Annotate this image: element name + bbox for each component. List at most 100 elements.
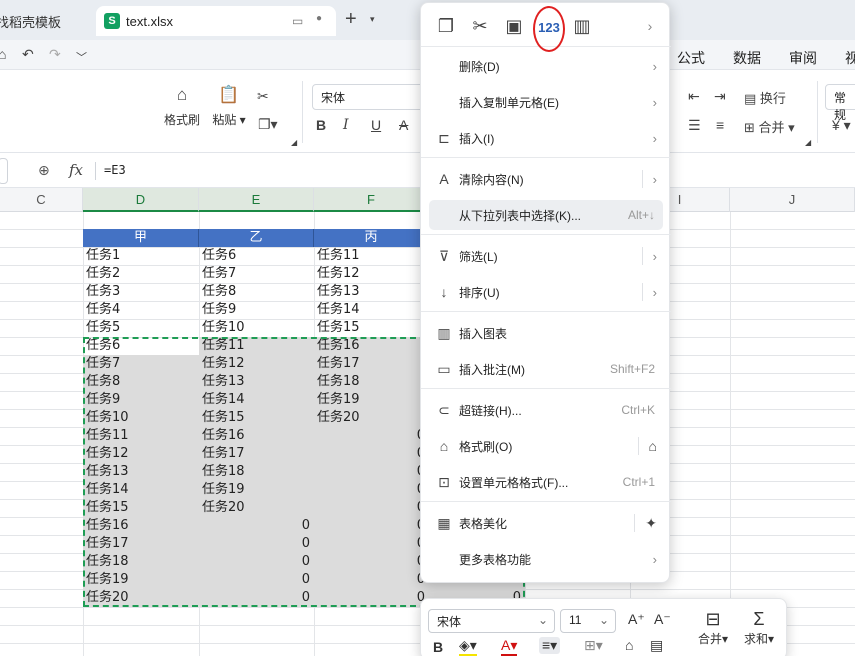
table-cell[interactable]: 任务12 — [199, 355, 314, 373]
table-cell[interactable]: 0 — [199, 571, 314, 589]
table-cell[interactable]: 任务6 — [199, 247, 314, 265]
table-cell[interactable]: 任务16 — [314, 337, 429, 355]
bold-icon[interactable]: B — [433, 639, 443, 655]
table-cell[interactable]: 任务6 — [83, 337, 199, 355]
table-cell[interactable]: 任务2 — [83, 265, 199, 283]
menu-item-table-beautify[interactable]: ▦ 表格美化 ✦ — [429, 508, 663, 538]
table-cell[interactable]: 任务19 — [199, 481, 314, 499]
table-cell[interactable]: 任务8 — [199, 283, 314, 301]
menu-item-more-table-features[interactable]: 更多表格功能 › — [429, 544, 663, 574]
new-tab-plus-icon[interactable]: + — [345, 8, 357, 31]
menu-item-hyperlink[interactable]: ⊂ 超链接(H)... Ctrl+K — [429, 395, 663, 425]
table-cell[interactable]: 任务18 — [199, 463, 314, 481]
menu-item-format-cells[interactable]: ⊡ 设置单元格格式(F)... Ctrl+1 — [429, 467, 663, 497]
currency-icon[interactable]: ¥ ▾ — [832, 117, 851, 134]
table-cell[interactable]: 0 — [314, 499, 429, 517]
outdent-icon[interactable]: ⇥ — [714, 88, 726, 105]
table-cell[interactable]: 0 — [314, 517, 429, 535]
increase-font-icon[interactable]: A⁺ — [628, 611, 645, 628]
align-center-icon[interactable]: ☰ — [688, 117, 701, 134]
mini-font-name-select[interactable]: 宋体 ⌄ — [428, 609, 555, 633]
formula-input[interactable]: =E3 — [104, 163, 126, 177]
table-cell[interactable]: 任务11 — [83, 427, 199, 445]
paste-button[interactable]: 📋 粘贴 ▾ — [210, 85, 248, 128]
paste-special-icon[interactable]: ▥ — [569, 13, 595, 39]
table-cell[interactable]: 任务12 — [83, 445, 199, 463]
table-cell[interactable]: 0 — [314, 427, 429, 445]
table-cell[interactable]: 任务20 — [83, 589, 199, 607]
table-cell[interactable]: 0 — [314, 463, 429, 481]
table-cell[interactable]: 任务17 — [199, 445, 314, 463]
table-cell[interactable]: 任务16 — [199, 427, 314, 445]
dialog-launcher-icon[interactable]: ◢ — [291, 138, 297, 147]
table-header-cell[interactable]: 丙 — [314, 229, 429, 247]
table-cell[interactable]: 任务17 — [314, 355, 429, 373]
chevron-down-icon[interactable]: ▾ — [370, 14, 375, 25]
table-cell[interactable]: 任务10 — [199, 319, 314, 337]
table-cell[interactable]: 任务7 — [83, 355, 199, 373]
menu-tab-data[interactable]: 数据 — [733, 48, 761, 68]
mini-merge-button[interactable]: ⊟ 合并▾ — [695, 609, 731, 647]
table-cell[interactable]: 任务13 — [314, 283, 429, 301]
menu-item-pick-from-dropdown[interactable]: 从下拉列表中选择(K)... Alt+↓ — [429, 200, 663, 230]
cut-icon[interactable]: ✂ — [467, 13, 493, 39]
table-cell[interactable]: 任务16 — [83, 517, 199, 535]
table-cell[interactable]: 任务14 — [314, 301, 429, 319]
fx-icon[interactable]: fx — [69, 161, 83, 179]
pin-format-painter-icon[interactable]: ⌂ — [649, 438, 663, 454]
cell-format-icon[interactable]: ▤ — [650, 637, 663, 654]
table-cell[interactable]: 0 — [199, 553, 314, 571]
copy-icon[interactable]: ❐ — [433, 13, 459, 39]
tab-template-store[interactable]: 找稻壳模板 — [0, 6, 88, 36]
undo-icon[interactable]: ↶ — [22, 46, 34, 63]
table-cell[interactable]: 任务13 — [83, 463, 199, 481]
column-header-e[interactable]: E — [199, 188, 314, 212]
chevron-right-icon[interactable]: › — [637, 13, 663, 39]
merge-button[interactable]: ⊞ 合并 ▾ — [744, 117, 795, 136]
menu-item-insert-comment[interactable]: ▭ 插入批注(M) Shift+F2 — [429, 354, 663, 384]
chevron-down-icon[interactable]: ﹀ — [76, 49, 87, 65]
format-painter-icon[interactable]: ⌂ — [625, 637, 633, 653]
table-cell[interactable]: 任务1 — [83, 247, 199, 265]
table-cell[interactable]: 任务12 — [314, 265, 429, 283]
decrease-font-icon[interactable]: A⁻ — [654, 611, 671, 628]
table-cell[interactable]: 任务5 — [83, 319, 199, 337]
align-icon[interactable]: ≡▾ — [539, 637, 561, 654]
dot-icon[interactable]: ● — [316, 13, 322, 24]
table-cell[interactable]: 任务18 — [314, 373, 429, 391]
strikethrough-icon[interactable]: A — [399, 117, 408, 133]
table-cell[interactable]: 任务4 — [83, 301, 199, 319]
column-header-d[interactable]: D — [83, 188, 199, 212]
table-cell[interactable]: 0 — [314, 589, 429, 607]
save-icon[interactable]: ⌂ — [0, 46, 6, 62]
table-cell[interactable]: 任务14 — [199, 391, 314, 409]
table-cell[interactable]: 0 — [199, 589, 314, 607]
cut-icon[interactable]: ✂ — [257, 88, 269, 105]
table-header-cell[interactable]: 乙 — [199, 229, 314, 247]
indent-icon[interactable]: ⇤ — [688, 88, 700, 105]
fill-color-icon[interactable]: ◈▾ — [459, 637, 477, 656]
font-name-select[interactable]: 宋体 — [312, 84, 430, 110]
paste-values-icon[interactable]: 123 — [533, 6, 565, 52]
menu-item-insert[interactable]: ⊏ 插入(I) › — [429, 123, 663, 153]
table-cell[interactable]: 任务15 — [314, 319, 429, 337]
magic-wand-icon[interactable]: ✦ — [645, 515, 663, 532]
tab-text-xlsx[interactable]: S text.xlsx ▭ ● — [96, 6, 336, 36]
table-cell[interactable]: 任务9 — [83, 391, 199, 409]
column-header-f[interactable]: F — [314, 188, 429, 212]
table-cell[interactable]: 任务8 — [83, 373, 199, 391]
table-cell[interactable]: 0 — [314, 535, 429, 553]
table-cell[interactable]: 任务15 — [199, 409, 314, 427]
mini-sum-button[interactable]: Σ 求和▾ — [739, 609, 779, 647]
column-header-j[interactable]: J — [730, 188, 855, 212]
name-box[interactable] — [0, 158, 8, 184]
table-cell[interactable]: 任务19 — [83, 571, 199, 589]
wrap-text-button[interactable]: ▤ 换行 — [744, 88, 786, 107]
menu-item-insert-copied-cells[interactable]: 插入复制单元格(E) › — [429, 87, 663, 117]
table-cell[interactable]: 任务11 — [199, 337, 314, 355]
format-painter-button[interactable]: ⌂ 格式刷 — [163, 85, 201, 128]
table-header-cell[interactable]: 甲 — [83, 229, 199, 247]
menu-tab-review[interactable]: 审阅 — [789, 48, 817, 68]
menu-item-format-painter[interactable]: ⌂ 格式刷(O) ⌂ — [429, 431, 663, 461]
table-cell[interactable]: 任务20 — [314, 409, 429, 427]
